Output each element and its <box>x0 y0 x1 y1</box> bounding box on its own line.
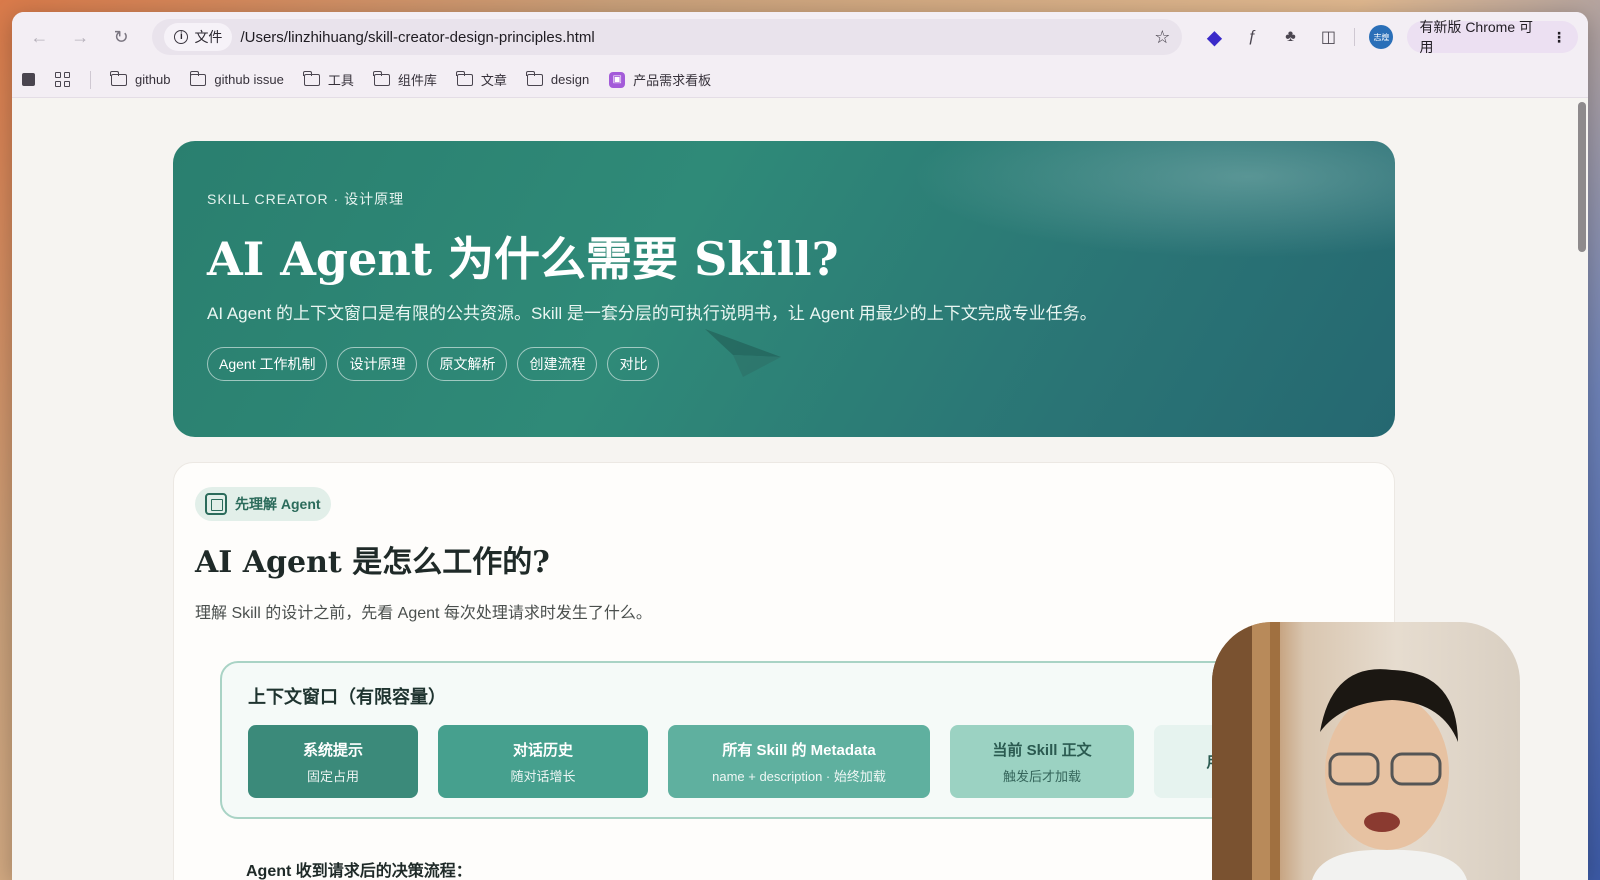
tag-comparison[interactable]: 对比 <box>607 347 660 381</box>
bookmark-tools[interactable]: 工具 <box>303 70 354 89</box>
folder-icon <box>373 70 390 86</box>
address-bar[interactable]: i 文件 /Users/linzhihuang/skill-creator-de… <box>152 19 1183 55</box>
block-title: 对话历史 <box>512 741 573 759</box>
block-subtitle: 随对话增长 <box>510 768 576 784</box>
bookmark-label: github <box>135 72 171 87</box>
context-block-metadata: 所有 Skill 的 Metadata name + description ·… <box>668 725 930 798</box>
extensions-puzzle-icon[interactable]: ◫ <box>1316 25 1340 49</box>
url-text[interactable]: /Users/linzhihuang/skill-creator-design-… <box>240 29 1146 46</box>
bookmark-star-icon[interactable]: ☆ <box>1154 27 1170 48</box>
presenter-video <box>1212 622 1467 880</box>
more-menu-icon[interactable]: ⋮ <box>1552 29 1566 46</box>
tag-source-analysis[interactable]: 原文解析 <box>427 347 508 381</box>
block-title: 系统提示 <box>302 741 363 759</box>
update-chrome-button[interactable]: 有新版 Chrome 可用 ⋮ <box>1407 19 1578 55</box>
info-icon: i <box>174 30 189 44</box>
folder-icon <box>189 70 207 86</box>
cpu-chip-icon <box>205 493 227 515</box>
diamond-extension-icon[interactable]: ◆ <box>1202 25 1226 49</box>
block-subtitle: name + description · 始终加载 <box>712 768 886 784</box>
section-badge: 先理解 Agent <box>195 487 331 521</box>
bookmark-label: 工具 <box>327 73 354 88</box>
bookmark-articles[interactable]: 文章 <box>456 70 507 89</box>
block-title: 所有 Skill 的 Metadata <box>722 741 876 759</box>
profile-avatar[interactable]: 志煌 <box>1369 25 1394 49</box>
badge-label: 先理解 Agent <box>235 496 321 512</box>
puzzle-color-extension-icon[interactable]: ♣ <box>1278 25 1302 49</box>
reload-button[interactable]: ↻ <box>104 19 139 55</box>
tag-agent-mechanism[interactable]: Agent 工作机制 <box>207 347 328 381</box>
page-scrollbar[interactable] <box>1578 102 1586 252</box>
browser-toolbar: ← → ↻ i 文件 /Users/linzhihuang/skill-crea… <box>12 12 1588 62</box>
context-block-skill-body: 当前 Skill 正文 触发后才加载 <box>950 725 1134 798</box>
bookmarks-bar: github github issue 工具 组件库 文章 design ▣ 产品… <box>12 62 1588 98</box>
webcam-overlay <box>1212 622 1520 880</box>
bookmark-product-board[interactable]: ▣ 产品需求看板 <box>609 70 711 89</box>
folder-icon <box>456 70 473 86</box>
context-block-history: 对话历史 随对话增长 <box>438 725 648 798</box>
bookmark-label: 产品需求看板 <box>633 73 712 88</box>
back-button[interactable]: ← <box>22 19 57 55</box>
bookmark-label: 文章 <box>480 73 507 88</box>
tag-design-principles[interactable]: 设计原理 <box>337 347 418 381</box>
bookmark-label: 组件库 <box>397 73 437 88</box>
hero-title: AI Agent 为什么需要 Skill? <box>207 232 839 286</box>
apps-grid-icon[interactable] <box>55 72 70 87</box>
hero-description: AI Agent 的上下文窗口是有限的公共资源。Skill 是一套分层的可执行说… <box>207 304 1097 323</box>
paper-plane-icon <box>705 329 781 377</box>
section-title: AI Agent 是怎么工作的? <box>195 545 550 580</box>
bookmark-github[interactable]: github <box>110 70 171 87</box>
kanban-icon: ▣ <box>609 71 626 88</box>
tag-creation-flow[interactable]: 创建流程 <box>517 347 598 381</box>
tab-square-icon[interactable] <box>22 73 35 86</box>
update-label: 有新版 Chrome 可用 <box>1419 19 1534 55</box>
site-info-chip[interactable]: i 文件 <box>164 23 233 51</box>
bookmark-label: design <box>550 72 590 87</box>
context-block-system-prompt: 系统提示 固定占用 <box>248 725 418 798</box>
next-heading: Agent 收到请求后的决策流程： <box>246 863 472 880</box>
extensions-area: ◆ ƒ ♣ ◫ 志煌 <box>1202 25 1394 49</box>
block-subtitle: 触发后才加载 <box>1002 768 1081 784</box>
bookmark-label: github issue <box>214 72 284 87</box>
hero-banner: SKILL CREATOR · 设计原理 AI Agent 为什么需要 Skil… <box>173 141 1395 437</box>
bookmark-github-issue[interactable]: github issue <box>189 70 284 87</box>
folder-icon <box>110 70 127 86</box>
bookmarks-divider <box>90 70 91 89</box>
block-title: 当前 Skill 正文 <box>992 741 1092 759</box>
block-subtitle: 固定占用 <box>306 768 359 784</box>
bookmark-components[interactable]: 组件库 <box>373 70 437 89</box>
script-extension-icon[interactable]: ƒ <box>1240 25 1264 49</box>
section-description: 理解 Skill 的设计之前，先看 Agent 每次处理请求时发生了什么。 <box>195 605 652 622</box>
hero-tag-list: Agent 工作机制 设计原理 原文解析 创建流程 对比 <box>207 347 1361 381</box>
bookmark-design[interactable]: design <box>526 70 590 87</box>
file-chip-label: 文件 <box>194 29 223 45</box>
toolbar-divider <box>1354 28 1356 46</box>
folder-icon <box>526 70 543 86</box>
forward-button[interactable]: → <box>63 19 98 55</box>
folder-icon <box>303 70 320 86</box>
hero-eyebrow: SKILL CREATOR · 设计原理 <box>207 191 405 207</box>
